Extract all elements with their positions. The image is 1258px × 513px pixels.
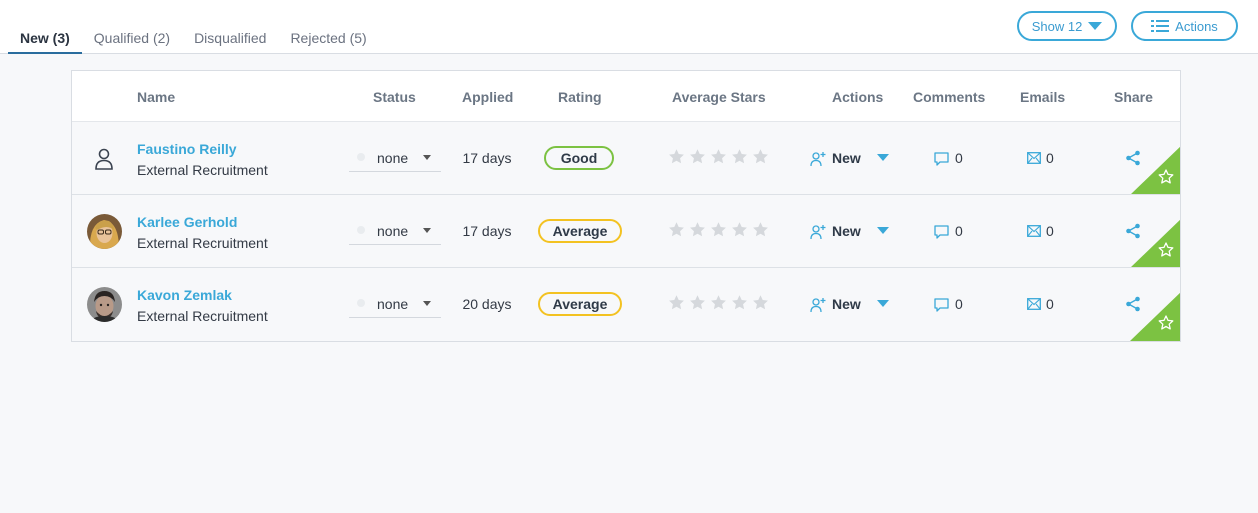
table-row[interactable]: Karlee Gerhold External Recruitment none… xyxy=(72,195,1180,268)
candidate-name-link[interactable]: Karlee Gerhold xyxy=(137,214,237,230)
add-user-icon xyxy=(810,225,826,240)
candidates-table: Name Status Applied Rating Average Stars… xyxy=(71,70,1181,342)
column-header-share: Share xyxy=(1114,89,1153,105)
star-icon[interactable] xyxy=(731,294,748,311)
star-icon[interactable] xyxy=(710,221,727,238)
stage-label: New xyxy=(832,223,861,239)
favorite-corner[interactable] xyxy=(1130,218,1180,268)
email-icon[interactable] xyxy=(1027,298,1041,310)
rating-badge[interactable]: Average xyxy=(538,219,622,243)
applied-time: 20 days xyxy=(462,296,512,312)
top-bar: New (3) Qualified (2) Disqualified Rejec… xyxy=(0,0,1258,54)
tab-disqualified[interactable]: Disqualified xyxy=(182,26,278,54)
star-icon[interactable] xyxy=(689,148,706,165)
tab-qualified[interactable]: Qualified (2) xyxy=(82,26,182,54)
status-select[interactable]: none xyxy=(349,217,441,245)
comment-count: 0 xyxy=(955,296,963,312)
email-icon[interactable] xyxy=(1027,225,1041,237)
star-icon[interactable] xyxy=(752,148,769,165)
stage-label: New xyxy=(832,150,861,166)
status-select[interactable]: none xyxy=(349,144,441,172)
chevron-down-icon[interactable] xyxy=(877,227,889,234)
star-icon[interactable] xyxy=(731,148,748,165)
comment-icon[interactable] xyxy=(934,298,949,312)
column-header-name[interactable]: Name xyxy=(137,89,175,105)
status-value: none xyxy=(377,223,409,239)
tab-rejected[interactable]: Rejected (5) xyxy=(278,26,378,54)
actions-button[interactable]: Actions xyxy=(1131,11,1238,41)
rating-badge[interactable]: Average xyxy=(538,292,622,316)
status-value: none xyxy=(377,296,409,312)
star-icon[interactable] xyxy=(668,294,685,311)
candidate-name-link[interactable]: Kavon Zemlak xyxy=(137,287,232,303)
star-icon[interactable] xyxy=(689,294,706,311)
star-icon[interactable] xyxy=(668,148,685,165)
table-header: Name Status Applied Rating Average Stars… xyxy=(72,71,1180,122)
chevron-down-icon xyxy=(423,301,431,306)
column-header-comments: Comments xyxy=(913,89,986,105)
stage-label: New xyxy=(832,296,861,312)
candidate-source: External Recruitment xyxy=(137,235,268,251)
tab-new[interactable]: New (3) xyxy=(8,26,82,54)
comment-count: 0 xyxy=(955,150,963,166)
chevron-down-icon[interactable] xyxy=(877,300,889,307)
comment-icon[interactable] xyxy=(934,225,949,239)
candidate-source: External Recruitment xyxy=(137,308,268,324)
column-header-applied[interactable]: Applied xyxy=(462,89,513,105)
star-icon[interactable] xyxy=(689,221,706,238)
average-stars[interactable] xyxy=(668,148,769,165)
show-count-label: Show 12 xyxy=(1031,18,1083,34)
add-user-icon xyxy=(810,298,826,313)
candidate-name-link[interactable]: Faustino Reilly xyxy=(137,141,237,157)
star-icon[interactable] xyxy=(668,221,685,238)
status-value: none xyxy=(377,150,409,166)
email-count: 0 xyxy=(1046,223,1054,239)
email-count: 0 xyxy=(1046,296,1054,312)
actions-label: Actions xyxy=(1175,18,1218,34)
column-header-rating[interactable]: Rating xyxy=(558,89,602,105)
table-row[interactable]: Faustino Reilly External Recruitment non… xyxy=(72,122,1180,195)
status-dot xyxy=(357,226,365,234)
column-header-actions: Actions xyxy=(832,89,884,105)
star-icon[interactable] xyxy=(731,221,748,238)
comment-count: 0 xyxy=(955,223,963,239)
candidate-tabs: New (3) Qualified (2) Disqualified Rejec… xyxy=(8,26,379,54)
chevron-down-icon xyxy=(1088,22,1103,30)
column-header-status[interactable]: Status xyxy=(373,89,416,105)
avatar xyxy=(87,287,122,322)
add-user-icon xyxy=(810,152,826,167)
email-count: 0 xyxy=(1046,150,1054,166)
star-icon[interactable] xyxy=(752,294,769,311)
chevron-down-icon[interactable] xyxy=(877,154,889,161)
star-icon[interactable] xyxy=(710,294,727,311)
column-header-emails: Emails xyxy=(1020,89,1066,105)
chevron-down-icon xyxy=(423,155,431,160)
chevron-down-icon xyxy=(423,228,431,233)
average-stars[interactable] xyxy=(668,221,769,238)
rating-badge[interactable]: Good xyxy=(544,146,614,170)
star-icon[interactable] xyxy=(710,148,727,165)
comment-icon[interactable] xyxy=(934,152,949,166)
status-dot xyxy=(357,299,365,307)
applied-time: 17 days xyxy=(462,223,512,239)
list-icon xyxy=(1151,19,1170,33)
favorite-corner[interactable] xyxy=(1130,291,1180,341)
candidate-source: External Recruitment xyxy=(137,162,268,178)
favorite-corner[interactable] xyxy=(1130,145,1180,195)
column-header-average-stars[interactable]: Average Stars xyxy=(672,89,766,105)
status-dot xyxy=(357,153,365,161)
email-icon[interactable] xyxy=(1027,152,1041,164)
status-select[interactable]: none xyxy=(349,290,441,318)
table-row[interactable]: Kavon Zemlak External Recruitment none 2… xyxy=(72,268,1180,341)
avatar xyxy=(87,214,122,249)
average-stars[interactable] xyxy=(668,294,769,311)
star-icon[interactable] xyxy=(752,221,769,238)
user-icon xyxy=(95,148,113,170)
applied-time: 17 days xyxy=(462,150,512,166)
show-count-dropdown[interactable]: Show 12 xyxy=(1017,11,1117,41)
